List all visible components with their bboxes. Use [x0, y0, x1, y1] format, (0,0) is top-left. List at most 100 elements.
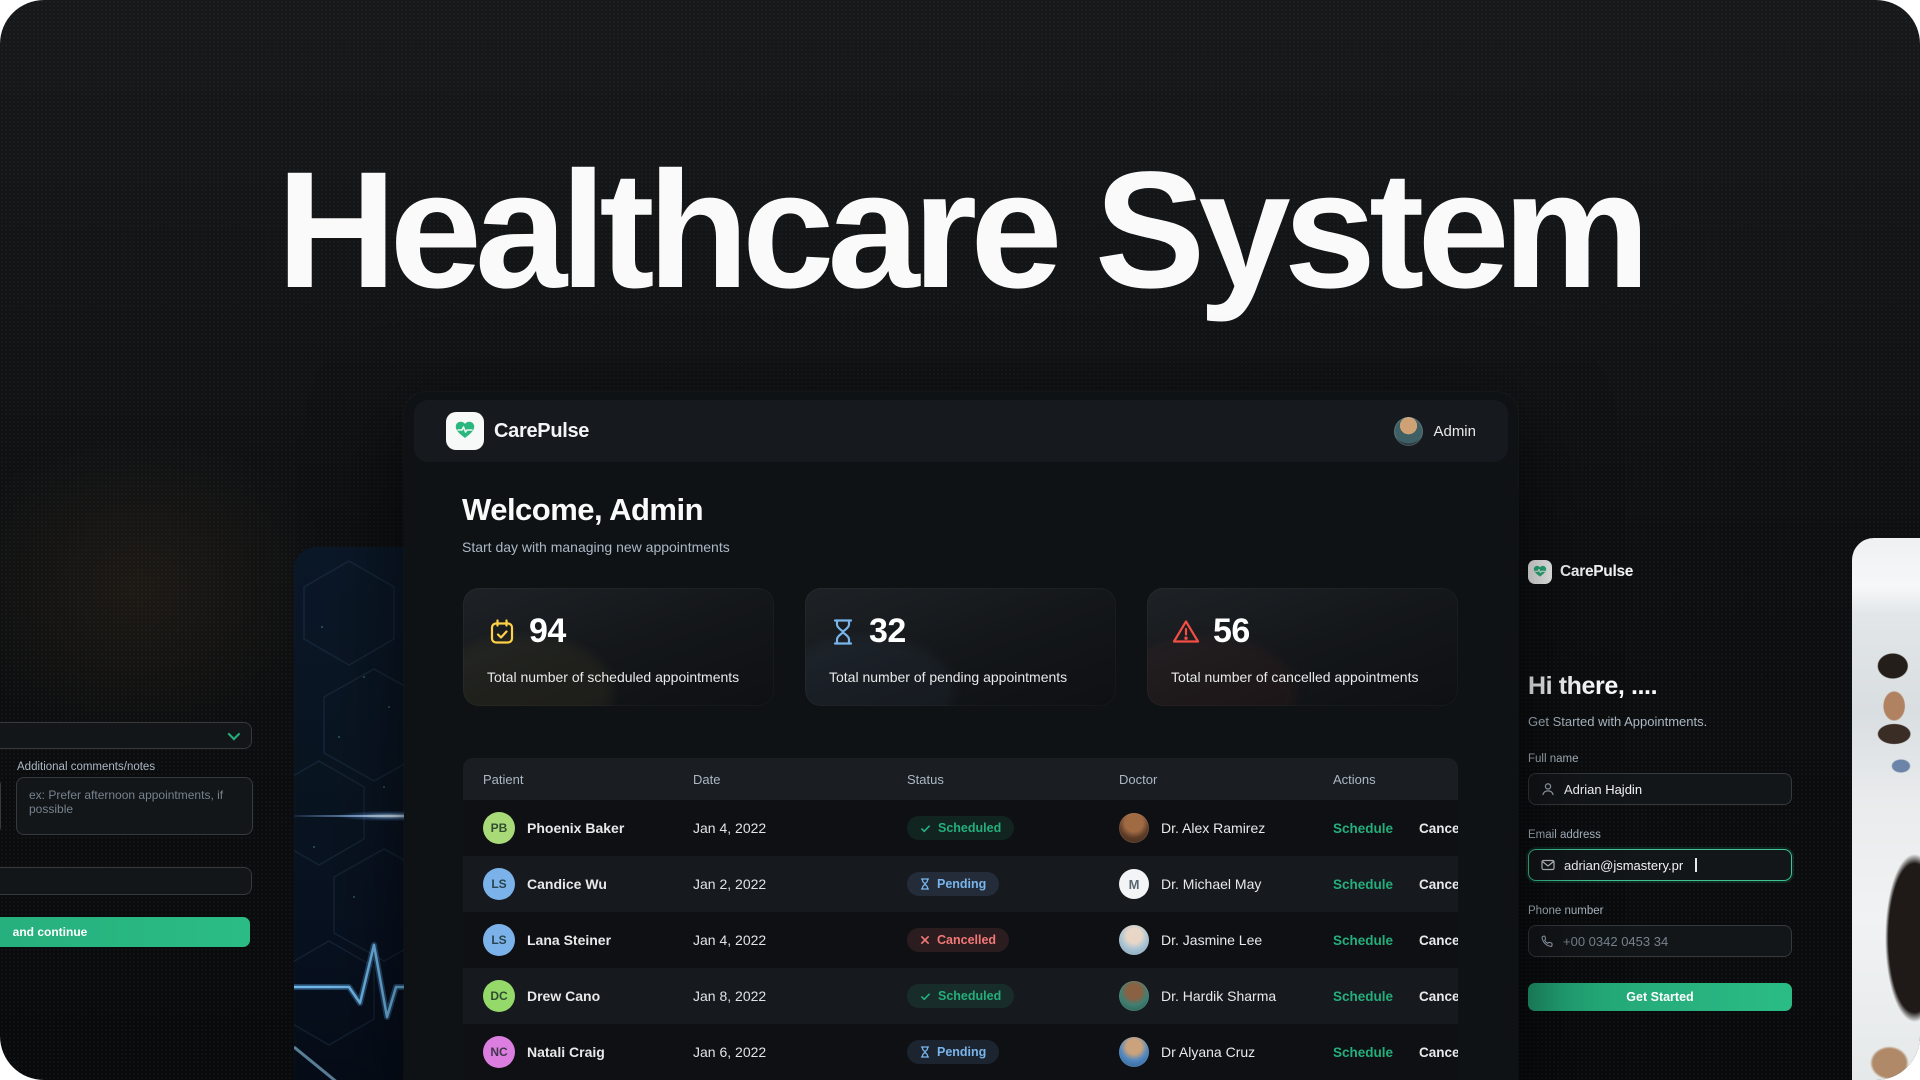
- schedule-link[interactable]: Schedule: [1333, 989, 1393, 1004]
- patient-name: Lana Steiner: [527, 932, 611, 948]
- check-icon: [920, 991, 931, 1002]
- patient-avatar: DC: [483, 980, 515, 1012]
- signup-subheading: Get Started with Appointments.: [1528, 714, 1792, 729]
- phone-icon: [1541, 935, 1554, 948]
- carepulse-logo-icon: [1528, 560, 1552, 584]
- phone-label: Phone number: [1528, 905, 1792, 917]
- schedule-link[interactable]: Schedule: [1333, 821, 1393, 836]
- welcome-title: Welcome, Admin: [462, 492, 703, 528]
- appointments-table: Patient Date Status Doctor Actions PB Ph…: [463, 758, 1458, 1080]
- patient-name: Drew Cano: [527, 988, 600, 1004]
- patient-avatar: NC: [483, 1036, 515, 1068]
- phone-field[interactable]: +00 0342 0453 34: [1528, 925, 1792, 957]
- email-label: Email address: [1528, 829, 1792, 841]
- doctor-name: Dr. Alex Ramirez: [1161, 820, 1265, 836]
- stat-label-cancelled: Total number of cancelled appointments: [1171, 669, 1418, 685]
- status-badge: Cancelled: [907, 928, 1009, 952]
- appointment-date: Jan 6, 2022: [693, 1044, 907, 1060]
- schedule-link[interactable]: Schedule: [1333, 877, 1393, 892]
- doctor-avatar: M: [1119, 869, 1149, 899]
- stat-card-scheduled: 94 Total number of scheduled appointment…: [463, 588, 774, 706]
- hourglass-icon: [920, 1046, 930, 1058]
- get-started-label: Get Started: [1626, 990, 1693, 1004]
- patient-name: Candice Wu: [527, 876, 607, 892]
- appointment-date: Jan 4, 2022: [693, 932, 907, 948]
- stat-label-pending: Total number of pending appointments: [829, 669, 1067, 685]
- full-name-field[interactable]: Adrian Hajdin: [1528, 773, 1792, 805]
- hourglass-icon: [829, 617, 857, 647]
- medical-graphic-panel: [294, 547, 414, 1080]
- doctor-photo: [1852, 538, 1920, 1080]
- status-badge: Pending: [907, 1040, 999, 1064]
- calendar-check-icon: [487, 617, 517, 647]
- stat-card-pending: 32 Total number of pending appointments: [805, 588, 1116, 706]
- get-started-button[interactable]: Get Started: [1528, 983, 1792, 1011]
- cancel-link[interactable]: Cancel: [1419, 933, 1458, 948]
- warning-triangle-icon: [1171, 617, 1201, 647]
- signup-heading: Hi there, ....: [1528, 672, 1792, 701]
- table-row: LS Candice Wu Jan 2, 2022 Pending M Dr. …: [463, 856, 1458, 912]
- light-streak: [294, 807, 414, 825]
- envelope-icon: [1541, 859, 1555, 871]
- column-header-date: Date: [693, 772, 907, 787]
- schedule-link[interactable]: Schedule: [1333, 933, 1393, 948]
- stat-card-cancelled: 56 Total number of cancelled appointment…: [1147, 588, 1458, 706]
- doctor-avatar: [1119, 813, 1149, 843]
- stat-cards: 94 Total number of scheduled appointment…: [463, 588, 1458, 706]
- table-row: PB Phoenix Baker Jan 4, 2022 Scheduled D…: [463, 800, 1458, 856]
- user-icon: [1541, 782, 1555, 796]
- chevron-down-icon: [228, 728, 241, 741]
- column-header-patient: Patient: [483, 772, 693, 787]
- cancel-link[interactable]: Cancel: [1419, 989, 1458, 1004]
- doctor-name: Dr. Jasmine Lee: [1161, 932, 1262, 948]
- carepulse-logo-icon: [446, 412, 484, 450]
- doctor-avatar: [1119, 981, 1149, 1011]
- cancel-link[interactable]: Cancel: [1419, 1045, 1458, 1060]
- doctor-name: Dr. Hardik Sharma: [1161, 988, 1276, 1004]
- status-badge: Scheduled: [907, 984, 1014, 1008]
- stat-value-cancelled: 56: [1213, 612, 1250, 651]
- column-header-doctor: Doctor: [1119, 772, 1333, 787]
- patient-avatar: PB: [483, 812, 515, 844]
- schedule-link[interactable]: Schedule: [1333, 1045, 1393, 1060]
- hourglass-icon: [920, 878, 930, 890]
- status-badge: Scheduled: [907, 816, 1014, 840]
- column-header-actions: Actions: [1333, 772, 1458, 787]
- dashboard-card: CarePulse Admin Welcome, Admin Start day…: [404, 392, 1518, 1080]
- left-form-textarea-ghost: [0, 777, 1, 835]
- dashboard-header: CarePulse Admin: [414, 400, 1508, 462]
- admin-label: Admin: [1433, 423, 1476, 440]
- stat-value-pending: 32: [869, 612, 906, 651]
- doctor-avatar: [1119, 925, 1149, 955]
- appointment-date: Jan 4, 2022: [693, 820, 907, 836]
- appointment-date: Jan 8, 2022: [693, 988, 907, 1004]
- left-form-select[interactable]: [0, 722, 252, 749]
- comments-label: Additional comments/notes: [17, 761, 155, 773]
- patient-name: Natali Craig: [527, 1044, 605, 1060]
- check-icon: [920, 823, 931, 834]
- appointment-date: Jan 2, 2022: [693, 876, 907, 892]
- table-row: DC Drew Cano Jan 8, 2022 Scheduled Dr. H…: [463, 968, 1458, 1024]
- x-icon: [920, 935, 930, 945]
- patient-avatar: LS: [483, 868, 515, 900]
- left-form-input[interactable]: [0, 867, 252, 895]
- full-name-value: Adrian Hajdin: [1564, 782, 1642, 797]
- continue-button-label: and continue: [13, 925, 88, 939]
- stat-label-scheduled: Total number of scheduled appointments: [487, 669, 739, 685]
- patient-name: Phoenix Baker: [527, 820, 624, 836]
- brand-name: CarePulse: [1560, 563, 1633, 581]
- continue-button[interactable]: and continue: [0, 917, 250, 947]
- cancel-link[interactable]: Cancel: [1419, 877, 1458, 892]
- email-value: adrian@jsmastery.pr: [1564, 858, 1683, 873]
- patient-avatar: LS: [483, 924, 515, 956]
- doctor-avatar: [1119, 1037, 1149, 1067]
- comments-textarea[interactable]: ex: Prefer afternoon appointments, if po…: [16, 777, 253, 835]
- email-field[interactable]: adrian@jsmastery.pr: [1528, 849, 1792, 881]
- admin-menu[interactable]: Admin: [1394, 417, 1476, 446]
- signup-panel: CarePulse Hi there, .... Get Started wit…: [1528, 560, 1792, 1080]
- welcome-subtitle: Start day with managing new appointments: [462, 539, 730, 555]
- column-header-status: Status: [907, 772, 1119, 787]
- cancel-link[interactable]: Cancel: [1419, 821, 1458, 836]
- text-cursor: [1695, 858, 1697, 872]
- table-row: LS Lana Steiner Jan 4, 2022 Cancelled Dr…: [463, 912, 1458, 968]
